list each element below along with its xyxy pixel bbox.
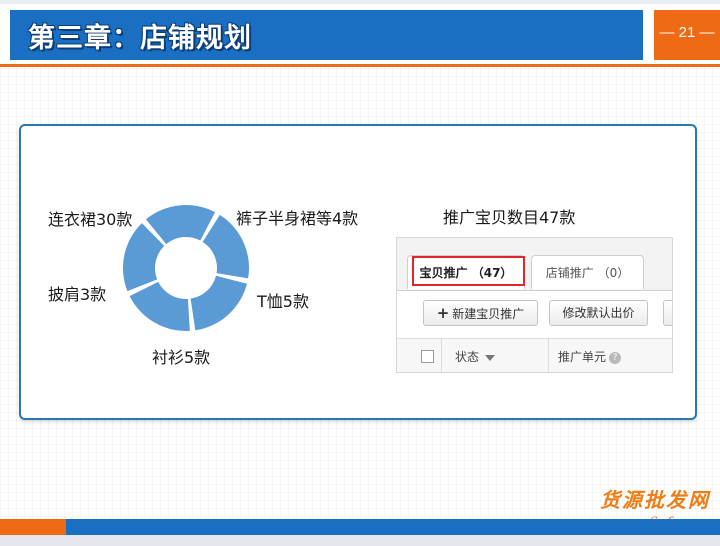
segment-tshirt: [190, 275, 247, 331]
unit-column-header: 推广单元?: [558, 348, 622, 365]
watermark-brand: 货源批发网: [600, 488, 710, 512]
title-bar: 第三章：店铺规划: [10, 10, 643, 60]
highlight-box: [412, 256, 525, 286]
page-number: — 21 —: [659, 24, 715, 41]
top-strip: [0, 0, 720, 4]
segment-shirt: [129, 281, 190, 331]
status-column-label: 状态: [455, 350, 480, 364]
unit-column-label: 推广单元: [558, 350, 607, 364]
new-item-promo-label: 新建宝贝推广: [452, 307, 525, 321]
cycle-diagram: [123, 205, 250, 331]
help-icon[interactable]: ?: [609, 351, 622, 364]
segment-label-shawl: 披肩3款: [48, 285, 107, 304]
header-rule: [0, 64, 720, 67]
segment-label-tshirt: T恤5款: [257, 292, 309, 311]
footer-bar-orange: [0, 519, 66, 535]
page-title: 第三章：店铺规划: [28, 23, 252, 54]
plus-icon: +: [436, 304, 450, 322]
table-header: [397, 338, 672, 372]
footer-strip: [0, 535, 720, 546]
segment-label-shirt: 衬衫5款: [152, 348, 211, 367]
select-all-checkbox[interactable]: [421, 350, 434, 363]
new-item-promo-button[interactable]: + 新建宝贝推广: [423, 300, 538, 326]
promo-caption: 推广宝贝数目47款: [443, 208, 576, 227]
chevron-down-icon: [485, 354, 496, 361]
footer-bar-blue: [66, 519, 720, 535]
toolbar-button-partial[interactable]: [663, 300, 672, 326]
segment-label-pants: 裤子半身裙等4款: [236, 209, 359, 228]
tab-shop-promo[interactable]: 店铺推广 （0）: [531, 255, 644, 289]
status-column-header[interactable]: 状态: [455, 348, 496, 365]
page-number-box: — 21 —: [654, 10, 720, 60]
column-divider: [441, 338, 442, 372]
column-divider: [548, 338, 549, 372]
edit-default-bid-button[interactable]: 修改默认出价: [549, 300, 648, 326]
segment-label-dress: 连衣裙30款: [48, 210, 133, 229]
